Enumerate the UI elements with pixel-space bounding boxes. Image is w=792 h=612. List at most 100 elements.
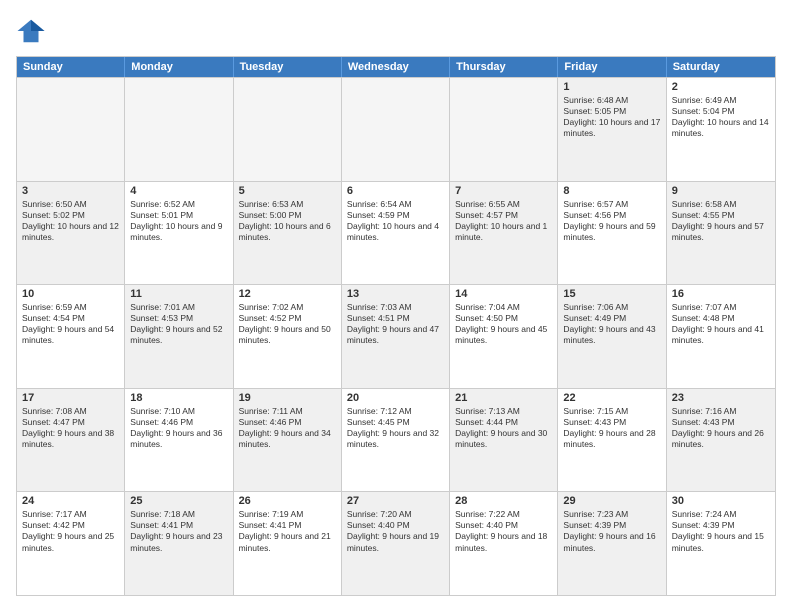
- calendar-cell: 19 Sunrise: 7:11 AM Sunset: 4:46 PM Dayli…: [234, 389, 342, 492]
- day-info: Sunrise: 6:50 AM Sunset: 5:02 PM Dayligh…: [22, 199, 119, 243]
- day-number: 16: [672, 288, 770, 300]
- weekday-header-saturday: Saturday: [667, 57, 775, 77]
- calendar-cell: 3 Sunrise: 6:50 AM Sunset: 5:02 PM Daylig…: [17, 182, 125, 285]
- calendar-cell: 13 Sunrise: 7:03 AM Sunset: 4:51 PM Dayli…: [342, 285, 450, 388]
- day-info: Sunrise: 7:07 AM Sunset: 4:48 PM Dayligh…: [672, 302, 770, 346]
- calendar-row-4: 24 Sunrise: 7:17 AM Sunset: 4:42 PM Dayli…: [17, 491, 775, 595]
- day-number: 15: [563, 288, 660, 300]
- calendar-cell: 23 Sunrise: 7:16 AM Sunset: 4:43 PM Dayli…: [667, 389, 775, 492]
- day-number: 8: [563, 185, 660, 197]
- day-info: Sunrise: 7:20 AM Sunset: 4:40 PM Dayligh…: [347, 509, 444, 553]
- day-info: Sunrise: 7:01 AM Sunset: 4:53 PM Dayligh…: [130, 302, 227, 346]
- weekday-header-friday: Friday: [558, 57, 666, 77]
- day-number: 2: [672, 81, 770, 93]
- day-number: 25: [130, 495, 227, 507]
- calendar-cell: 16 Sunrise: 7:07 AM Sunset: 4:48 PM Dayli…: [667, 285, 775, 388]
- day-info: Sunrise: 6:57 AM Sunset: 4:56 PM Dayligh…: [563, 199, 660, 243]
- calendar-cell: 2 Sunrise: 6:49 AM Sunset: 5:04 PM Daylig…: [667, 78, 775, 181]
- day-number: 26: [239, 495, 336, 507]
- day-number: 13: [347, 288, 444, 300]
- calendar-cell: 30Sunrise: 7:24 AM Sunset: 4:39 PM Dayli…: [667, 492, 775, 595]
- day-number: 4: [130, 185, 227, 197]
- day-info: Sunrise: 7:02 AM Sunset: 4:52 PM Dayligh…: [239, 302, 336, 346]
- day-info: Sunrise: 7:10 AM Sunset: 4:46 PM Dayligh…: [130, 406, 227, 450]
- calendar-cell: 1 Sunrise: 6:48 AM Sunset: 5:05 PM Daylig…: [558, 78, 666, 181]
- day-info: Sunrise: 7:24 AM Sunset: 4:39 PM Dayligh…: [672, 509, 770, 553]
- day-number: 3: [22, 185, 119, 197]
- day-info: Sunrise: 7:12 AM Sunset: 4:45 PM Dayligh…: [347, 406, 444, 450]
- calendar-cell: 7Sunrise: 6:55 AM Sunset: 4:57 PM Daylig…: [450, 182, 558, 285]
- day-info: Sunrise: 7:11 AM Sunset: 4:46 PM Dayligh…: [239, 406, 336, 450]
- calendar-cell: [342, 78, 450, 181]
- calendar-cell: 27Sunrise: 7:20 AM Sunset: 4:40 PM Dayli…: [342, 492, 450, 595]
- weekday-header-wednesday: Wednesday: [342, 57, 450, 77]
- day-number: 12: [239, 288, 336, 300]
- day-number: 7: [455, 185, 552, 197]
- day-info: Sunrise: 6:58 AM Sunset: 4:55 PM Dayligh…: [672, 199, 770, 243]
- calendar-cell: 14Sunrise: 7:04 AM Sunset: 4:50 PM Dayli…: [450, 285, 558, 388]
- calendar-cell: 29 Sunrise: 7:23 AM Sunset: 4:39 PM Dayli…: [558, 492, 666, 595]
- day-info: Sunrise: 7:13 AM Sunset: 4:44 PM Dayligh…: [455, 406, 552, 450]
- calendar-body: 1 Sunrise: 6:48 AM Sunset: 5:05 PM Daylig…: [17, 77, 775, 595]
- page: SundayMondayTuesdayWednesdayThursdayFrid…: [0, 0, 792, 612]
- calendar-cell: 20 Sunrise: 7:12 AM Sunset: 4:45 PM Dayli…: [342, 389, 450, 492]
- day-info: Sunrise: 7:18 AM Sunset: 4:41 PM Dayligh…: [130, 509, 227, 553]
- day-info: Sunrise: 7:17 AM Sunset: 4:42 PM Dayligh…: [22, 509, 119, 553]
- calendar-cell: [450, 78, 558, 181]
- day-info: Sunrise: 7:03 AM Sunset: 4:51 PM Dayligh…: [347, 302, 444, 346]
- calendar-cell: 26 Sunrise: 7:19 AM Sunset: 4:41 PM Dayli…: [234, 492, 342, 595]
- day-number: 6: [347, 185, 444, 197]
- calendar-row-3: 17 Sunrise: 7:08 AM Sunset: 4:47 PM Dayli…: [17, 388, 775, 492]
- day-number: 20: [347, 392, 444, 404]
- day-info: Sunrise: 7:19 AM Sunset: 4:41 PM Dayligh…: [239, 509, 336, 553]
- calendar-header: SundayMondayTuesdayWednesdayThursdayFrid…: [17, 57, 775, 77]
- calendar-cell: 9Sunrise: 6:58 AM Sunset: 4:55 PM Daylig…: [667, 182, 775, 285]
- day-info: Sunrise: 6:49 AM Sunset: 5:04 PM Dayligh…: [672, 95, 770, 139]
- day-number: 29: [563, 495, 660, 507]
- calendar-row-1: 3 Sunrise: 6:50 AM Sunset: 5:02 PM Daylig…: [17, 181, 775, 285]
- calendar-cell: [234, 78, 342, 181]
- day-info: Sunrise: 7:23 AM Sunset: 4:39 PM Dayligh…: [563, 509, 660, 553]
- calendar-cell: 22 Sunrise: 7:15 AM Sunset: 4:43 PM Dayli…: [558, 389, 666, 492]
- calendar-row-0: 1 Sunrise: 6:48 AM Sunset: 5:05 PM Daylig…: [17, 77, 775, 181]
- day-info: Sunrise: 6:48 AM Sunset: 5:05 PM Dayligh…: [563, 95, 660, 139]
- calendar-cell: 28Sunrise: 7:22 AM Sunset: 4:40 PM Dayli…: [450, 492, 558, 595]
- logo: [16, 16, 50, 46]
- day-info: Sunrise: 6:54 AM Sunset: 4:59 PM Dayligh…: [347, 199, 444, 243]
- calendar-cell: 5 Sunrise: 6:53 AM Sunset: 5:00 PM Daylig…: [234, 182, 342, 285]
- day-number: 10: [22, 288, 119, 300]
- day-number: 11: [130, 288, 227, 300]
- day-number: 22: [563, 392, 660, 404]
- weekday-header-thursday: Thursday: [450, 57, 558, 77]
- day-info: Sunrise: 6:53 AM Sunset: 5:00 PM Dayligh…: [239, 199, 336, 243]
- day-info: Sunrise: 6:59 AM Sunset: 4:54 PM Dayligh…: [22, 302, 119, 346]
- day-number: 1: [563, 81, 660, 93]
- day-number: 18: [130, 392, 227, 404]
- day-number: 23: [672, 392, 770, 404]
- logo-icon: [16, 16, 46, 46]
- day-number: 19: [239, 392, 336, 404]
- day-number: 28: [455, 495, 552, 507]
- calendar-cell: 4 Sunrise: 6:52 AM Sunset: 5:01 PM Daylig…: [125, 182, 233, 285]
- calendar-cell: 15Sunrise: 7:06 AM Sunset: 4:49 PM Dayli…: [558, 285, 666, 388]
- day-number: 5: [239, 185, 336, 197]
- calendar-cell: 25 Sunrise: 7:18 AM Sunset: 4:41 PM Dayli…: [125, 492, 233, 595]
- weekday-header-tuesday: Tuesday: [234, 57, 342, 77]
- calendar: SundayMondayTuesdayWednesdayThursdayFrid…: [16, 56, 776, 596]
- day-number: 14: [455, 288, 552, 300]
- day-number: 17: [22, 392, 119, 404]
- day-info: Sunrise: 7:16 AM Sunset: 4:43 PM Dayligh…: [672, 406, 770, 450]
- header: [16, 16, 776, 46]
- day-info: Sunrise: 6:52 AM Sunset: 5:01 PM Dayligh…: [130, 199, 227, 243]
- day-number: 24: [22, 495, 119, 507]
- calendar-cell: [17, 78, 125, 181]
- calendar-cell: 6 Sunrise: 6:54 AM Sunset: 4:59 PM Daylig…: [342, 182, 450, 285]
- calendar-cell: 8 Sunrise: 6:57 AM Sunset: 4:56 PM Daylig…: [558, 182, 666, 285]
- calendar-cell: 17 Sunrise: 7:08 AM Sunset: 4:47 PM Dayli…: [17, 389, 125, 492]
- calendar-cell: 10 Sunrise: 6:59 AM Sunset: 4:54 PM Dayli…: [17, 285, 125, 388]
- day-info: Sunrise: 7:08 AM Sunset: 4:47 PM Dayligh…: [22, 406, 119, 450]
- day-info: Sunrise: 7:15 AM Sunset: 4:43 PM Dayligh…: [563, 406, 660, 450]
- calendar-cell: 12 Sunrise: 7:02 AM Sunset: 4:52 PM Dayli…: [234, 285, 342, 388]
- calendar-cell: 11 Sunrise: 7:01 AM Sunset: 4:53 PM Dayli…: [125, 285, 233, 388]
- calendar-cell: 21Sunrise: 7:13 AM Sunset: 4:44 PM Dayli…: [450, 389, 558, 492]
